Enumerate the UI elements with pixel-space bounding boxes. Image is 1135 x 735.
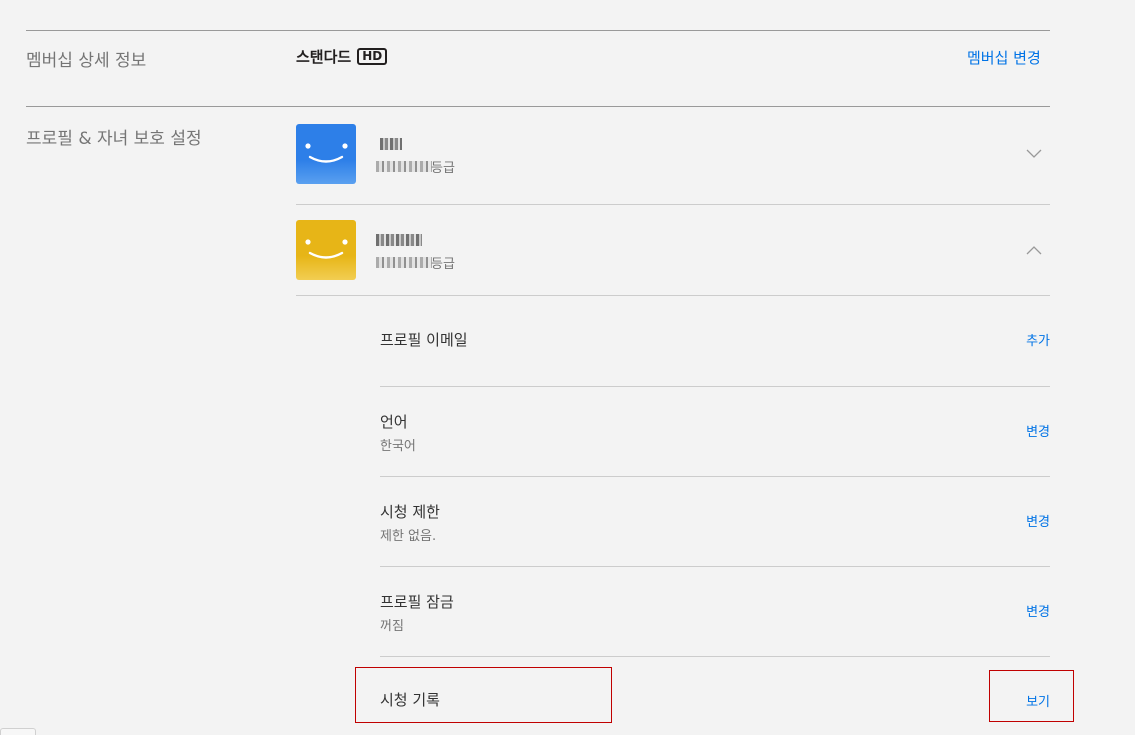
profile-rating-redacted xyxy=(376,257,432,268)
top-link-cutoff[interactable] xyxy=(925,0,1050,2)
profile-rating-suffix: 등급 xyxy=(431,257,455,272)
setting-value: 한국어 xyxy=(380,439,416,454)
plan-label: 스탠다드 xyxy=(296,48,352,66)
change-lock-link[interactable]: 변경 xyxy=(1026,601,1050,620)
setting-title: 언어 xyxy=(380,413,408,431)
chevron-up-icon[interactable] xyxy=(1026,242,1042,258)
setting-value: 제한 없음. xyxy=(380,529,437,544)
plan-name: 스탠다드 HD xyxy=(296,46,388,67)
setting-title: 시청 제한 xyxy=(380,503,440,521)
profiles-section-label: 프로필 & 자녀 보호 설정 xyxy=(26,129,202,149)
setting-value: 꺼짐 xyxy=(380,619,404,634)
change-language-link[interactable]: 변경 xyxy=(1026,421,1050,440)
corner-tab xyxy=(0,728,36,735)
highlight-box-viewing-activity xyxy=(355,667,612,723)
change-membership-link[interactable]: 멤버십 변경 xyxy=(967,47,1041,68)
chevron-down-icon[interactable] xyxy=(1026,146,1042,162)
profile-avatar-blue xyxy=(296,124,356,184)
profile-name-redacted xyxy=(376,234,422,246)
smiley-face-icon xyxy=(305,239,348,259)
divider-top xyxy=(26,30,1050,31)
divider-membership xyxy=(26,106,1050,107)
profile-row-2[interactable]: 등급 xyxy=(296,220,1050,280)
divider-profile-1 xyxy=(296,204,1050,205)
profile-row-1[interactable]: 등급 xyxy=(296,124,1050,184)
setting-title: 프로필 잠금 xyxy=(380,593,454,611)
smiley-face-icon xyxy=(305,143,348,163)
setting-row-viewing-restrictions: 시청 제한 제한 없음. 변경 xyxy=(380,477,1050,566)
highlight-box-view-link xyxy=(989,670,1074,722)
setting-row-profile-lock: 프로필 잠금 꺼짐 변경 xyxy=(380,567,1050,656)
add-email-link[interactable]: 추가 xyxy=(1026,330,1050,349)
setting-row-profile-email: 프로필 이메일 추가 xyxy=(380,296,1050,386)
hd-badge: HD xyxy=(357,48,388,65)
membership-section-label: 멤버십 상세 정보 xyxy=(26,51,147,71)
profile-avatar-yellow xyxy=(296,220,356,280)
profile-rating-suffix: 등급 xyxy=(431,161,455,176)
profile-rating-redacted xyxy=(376,161,432,172)
setting-title: 프로필 이메일 xyxy=(380,331,468,349)
profile-name-redacted xyxy=(380,138,402,150)
change-restrictions-link[interactable]: 변경 xyxy=(1026,511,1050,530)
setting-row-language: 언어 한국어 변경 xyxy=(380,387,1050,476)
